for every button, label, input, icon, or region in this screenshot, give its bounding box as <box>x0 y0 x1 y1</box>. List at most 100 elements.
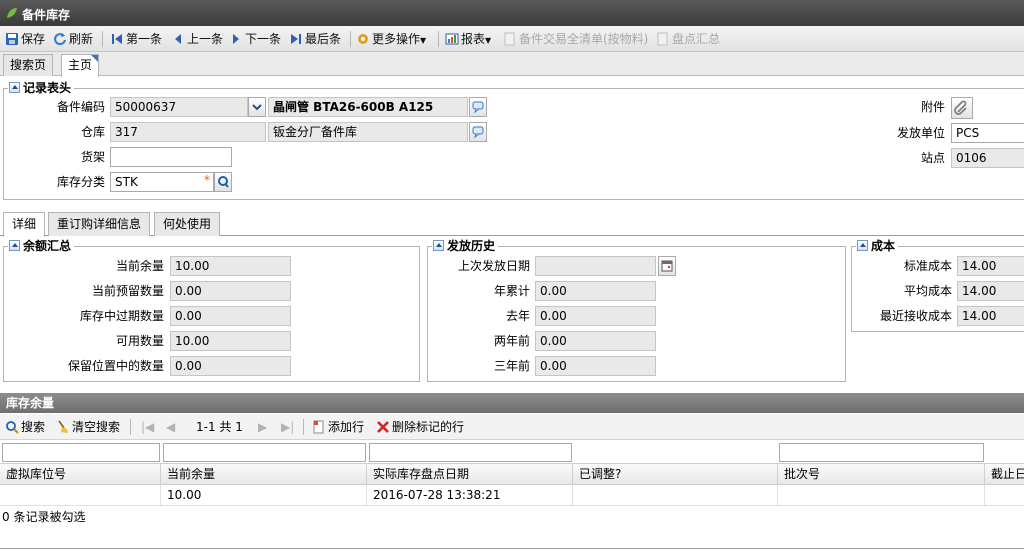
collapse-icon[interactable] <box>9 82 20 93</box>
available-qty-field: 10.00 <box>170 331 291 351</box>
cell-adjusted <box>573 485 778 506</box>
grid-search-button[interactable]: 搜索 <box>5 418 45 436</box>
tab-where-used[interactable]: 何处使用 <box>154 212 221 236</box>
attachment-label: 附件 <box>920 100 945 114</box>
prev-page-icon: ◀ <box>166 420 176 434</box>
prev-record-button[interactable]: 上一条 <box>171 30 223 48</box>
next-icon <box>233 34 239 44</box>
filter-lot-number[interactable] <box>779 443 984 462</box>
filter-virtual-location[interactable] <box>2 443 160 462</box>
filter-current-balance[interactable] <box>163 443 366 462</box>
standard-cost-label: 标准成本 <box>903 259 952 273</box>
three-years-ago-label: 三年前 <box>493 359 530 373</box>
comment-icon <box>472 126 484 139</box>
column-header-adjusted[interactable]: 已调整? <box>573 464 778 485</box>
next-record-button[interactable]: 下一条 <box>229 30 281 48</box>
two-years-ago-label: 两年前 <box>493 334 530 348</box>
reserved-qty-field: 0.00 <box>170 281 291 301</box>
refresh-button[interactable]: 刷新 <box>53 30 93 48</box>
cost-title[interactable]: 成本 <box>856 239 899 253</box>
current-balance-field: 10.00 <box>170 256 291 276</box>
first-page-button[interactable]: |◀ <box>141 418 154 436</box>
last-receipt-cost-field: 14.00 <box>957 306 1024 326</box>
tab-main-page[interactable]: 主页 <box>61 54 100 77</box>
attachment-button[interactable] <box>951 97 973 119</box>
available-qty-label: 可用数量 <box>115 334 164 348</box>
part-code-dropdown[interactable] <box>248 97 266 117</box>
pager-text: 1-1 共 1 <box>196 420 243 434</box>
prev-page-button[interactable]: ◀ <box>166 418 175 436</box>
grid-filter-row <box>0 441 1024 463</box>
more-actions-menu[interactable]: 更多操作▼ <box>356 30 426 48</box>
column-header-current-balance[interactable]: 当前余量 <box>161 464 367 485</box>
cell-virtual-location <box>0 485 161 506</box>
ytd-label: 年累计 <box>493 284 530 298</box>
collapse-icon[interactable] <box>9 240 20 251</box>
table-row[interactable]: 10.00 2016-07-28 13:38:21 <box>0 485 1024 506</box>
first-record-button[interactable]: 第一条 <box>110 30 162 48</box>
next-page-icon: ▶ <box>258 420 268 434</box>
last-issue-date-field <box>535 256 656 276</box>
chevron-down-icon: ▼ <box>485 36 492 45</box>
last-icon <box>291 34 301 44</box>
part-desc-detail-button[interactable] <box>469 97 487 117</box>
balance-summary-title[interactable]: 余额汇总 <box>8 239 75 253</box>
collapse-icon[interactable] <box>857 240 868 251</box>
holding-location-qty-field: 0.00 <box>170 356 291 376</box>
save-icon <box>6 33 18 45</box>
warehouse-label: 仓库 <box>80 125 105 139</box>
warehouse-field: 317 <box>110 122 266 142</box>
column-header-expiry[interactable]: 截止日 <box>985 464 1024 485</box>
last-page-button[interactable]: ▶| <box>281 418 294 436</box>
collapse-icon[interactable] <box>433 240 444 251</box>
document-icon <box>504 32 515 46</box>
tab-search-page[interactable]: 搜索页 <box>3 54 54 76</box>
warehouse-detail-button[interactable] <box>469 122 487 142</box>
detail-tabs: 详细 重订购详细信息 何处使用 <box>0 209 1024 237</box>
ytd-field: 0.00 <box>535 281 656 301</box>
part-description-field: 晶闸管 BTA26-600B A125 <box>268 97 468 117</box>
first-icon <box>112 34 122 44</box>
first-page-icon: |◀ <box>141 420 155 434</box>
column-header-lot-number[interactable]: 批次号 <box>778 464 985 485</box>
last-year-field: 0.00 <box>535 306 656 326</box>
shelf-input[interactable] <box>110 147 232 167</box>
category-input[interactable]: STK * <box>110 172 214 192</box>
required-marker: * <box>204 173 210 187</box>
column-header-virtual-location[interactable]: 虚拟库位号 <box>0 464 161 485</box>
average-cost-field: 14.00 <box>957 281 1024 301</box>
issue-unit-field[interactable]: PCS <box>951 123 1024 143</box>
comment-icon <box>472 101 484 114</box>
tab-reorder-detail[interactable]: 重订购详细信息 <box>48 212 151 236</box>
transaction-list-button[interactable]: 备件交易全清单(按物料) <box>503 30 648 48</box>
warehouse-description-field: 钣金分厂备件库 <box>268 122 468 142</box>
chevron-down-icon <box>252 104 262 111</box>
holding-location-qty-label: 保留位置中的数量 <box>67 359 164 373</box>
last-receipt-cost-label: 最近接收成本 <box>879 309 952 323</box>
shelf-label: 货架 <box>80 150 105 164</box>
document-icon <box>657 32 668 46</box>
add-row-icon <box>313 420 324 434</box>
delete-marked-rows-button[interactable]: 删除标记的行 <box>376 418 464 436</box>
category-search-button[interactable] <box>214 172 232 192</box>
cell-stocktake-date: 2016-07-28 13:38:21 <box>367 485 573 506</box>
date-picker-button[interactable] <box>658 256 676 276</box>
two-years-ago-field: 0.00 <box>535 331 656 351</box>
add-row-button[interactable]: 添加行 <box>312 418 364 436</box>
last-page-icon: ▶| <box>281 420 295 434</box>
prev-icon <box>175 34 181 44</box>
filter-stocktake-date[interactable] <box>369 443 572 462</box>
record-header-title[interactable]: 记录表头 <box>8 81 75 95</box>
issue-history-title[interactable]: 发放历史 <box>432 239 499 253</box>
tab-detail[interactable]: 详细 <box>3 212 46 237</box>
part-code-field[interactable]: 50000637 <box>110 97 248 117</box>
last-record-button[interactable]: 最后条 <box>289 30 341 48</box>
refresh-icon <box>54 33 66 46</box>
clear-search-button[interactable]: 清空搜索 <box>56 418 120 436</box>
stocktake-summary-button[interactable]: 盘点汇总 <box>656 30 720 48</box>
save-button[interactable]: 保存 <box>5 30 45 48</box>
column-header-stocktake-date[interactable]: 实际库存盘点日期 <box>367 464 573 485</box>
cell-expiry <box>985 485 1024 506</box>
report-menu[interactable]: 报表▼ <box>445 30 491 48</box>
next-page-button[interactable]: ▶ <box>258 418 267 436</box>
